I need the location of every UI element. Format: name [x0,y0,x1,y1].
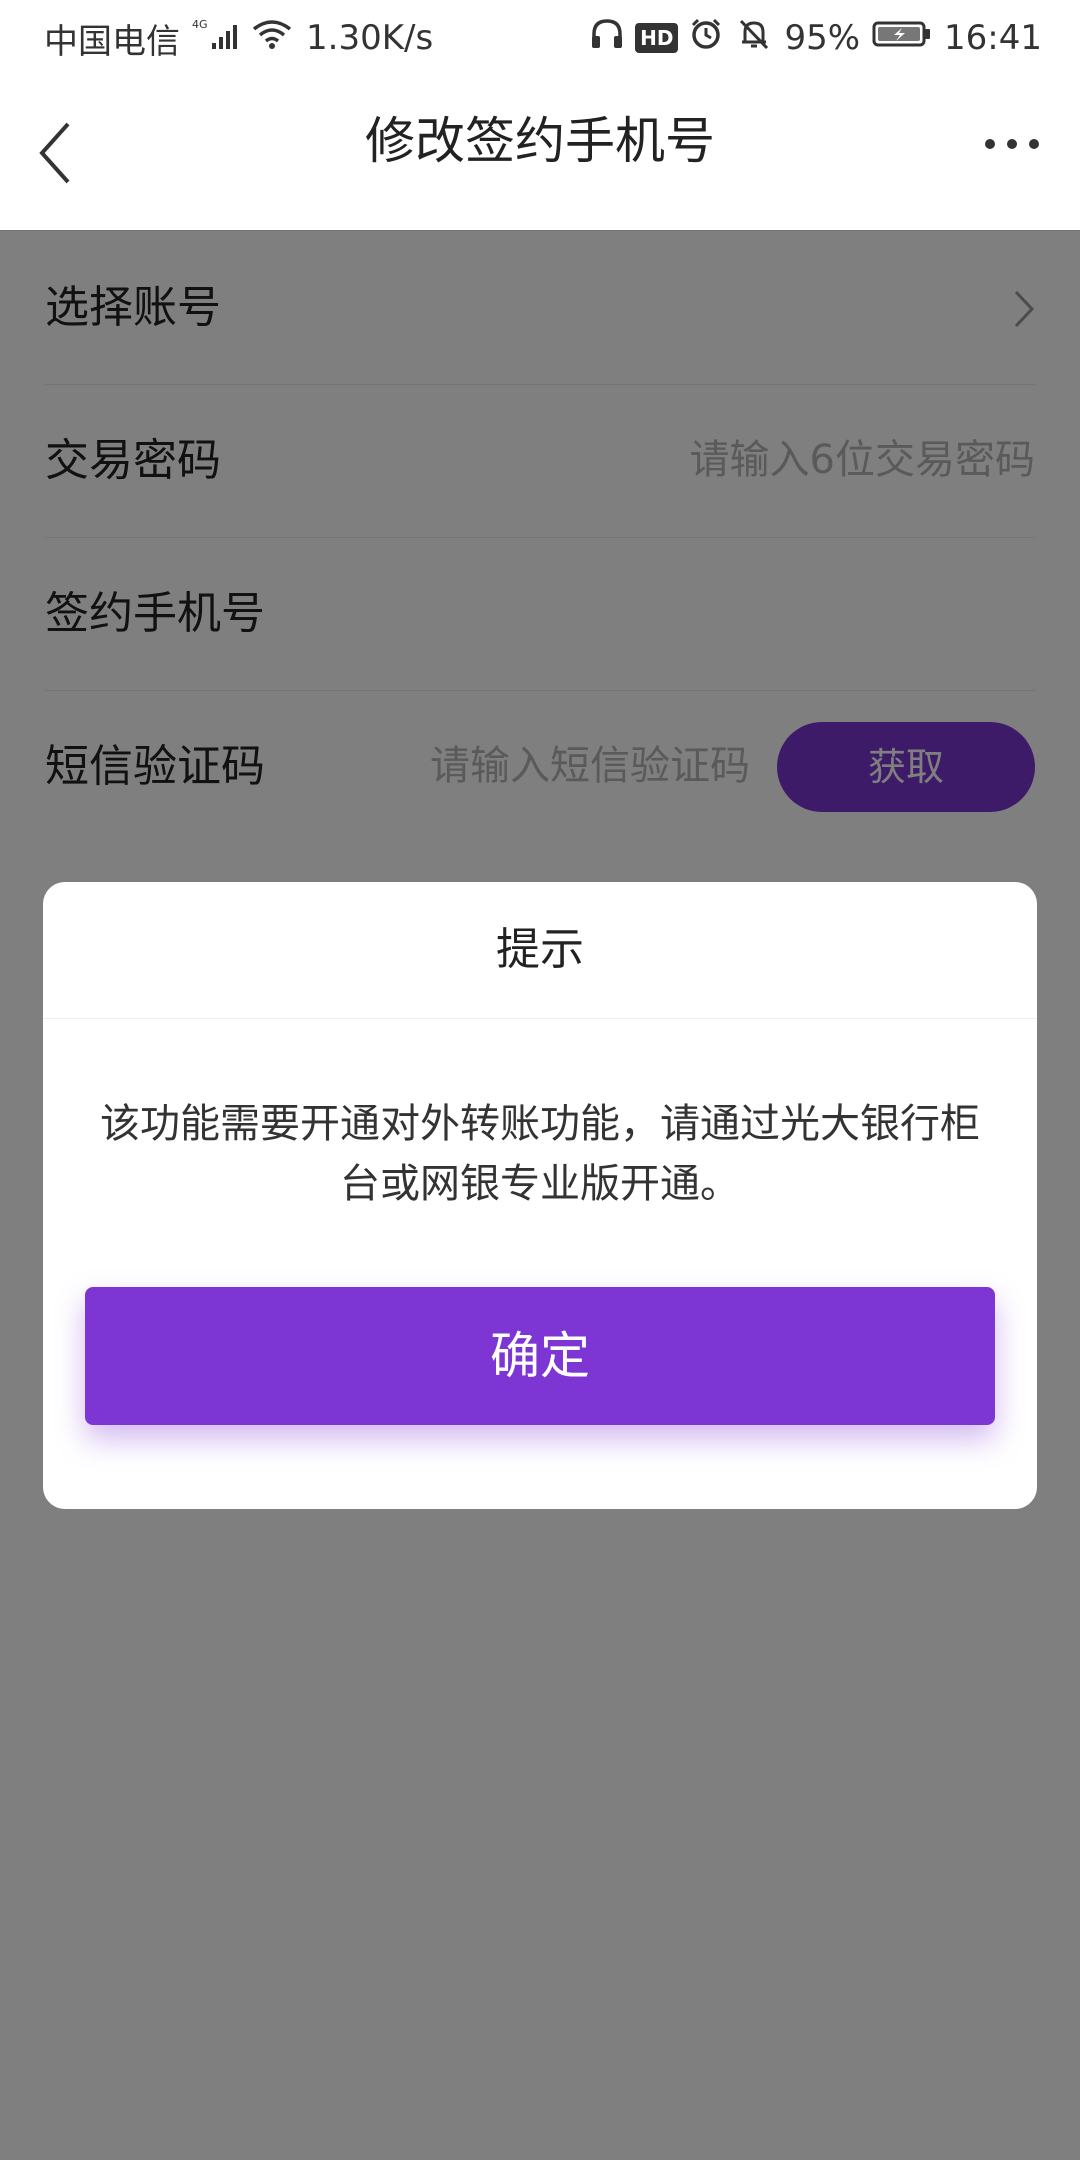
network-type: 4G [192,18,208,31]
page-title: 修改签约手机号 [365,112,715,170]
hd-badge: HD [635,23,679,53]
network-speed: 1.30K/s [306,18,434,58]
dialog-divider [43,1018,1037,1019]
signal-icon: 4G [192,17,250,60]
clock: 16:41 [944,18,1042,58]
nav-bar: 修改签约手机号 [0,76,1080,231]
confirm-button[interactable]: 确定 [85,1287,995,1425]
dialog-message: 该功能需要开通对外转账功能，请通过光大银行柜台或网银专业版开通。 [100,1101,980,1207]
carrier-label: 中国电信 [44,21,180,62]
battery-icon [872,18,932,58]
wifi-icon [250,17,294,60]
alarm-icon [688,17,724,60]
alert-dialog: 提示 该功能需要开通对外转账功能，请通过光大银行柜台或网银专业版开通。 确定 [43,882,1037,1509]
headphone-icon [589,17,625,60]
battery-level: 95% [784,18,861,58]
status-right: HD 95% 16:41 [589,0,1042,76]
status-left: 中国电信 4G 1.30K/s [44,0,433,76]
dialog-title: 提示 [496,924,584,975]
status-bar: 中国电信 4G 1.30K/s HD 95% 16:41 [0,0,1080,76]
more-dots-icon[interactable] [984,136,1040,152]
mute-icon [736,17,772,60]
